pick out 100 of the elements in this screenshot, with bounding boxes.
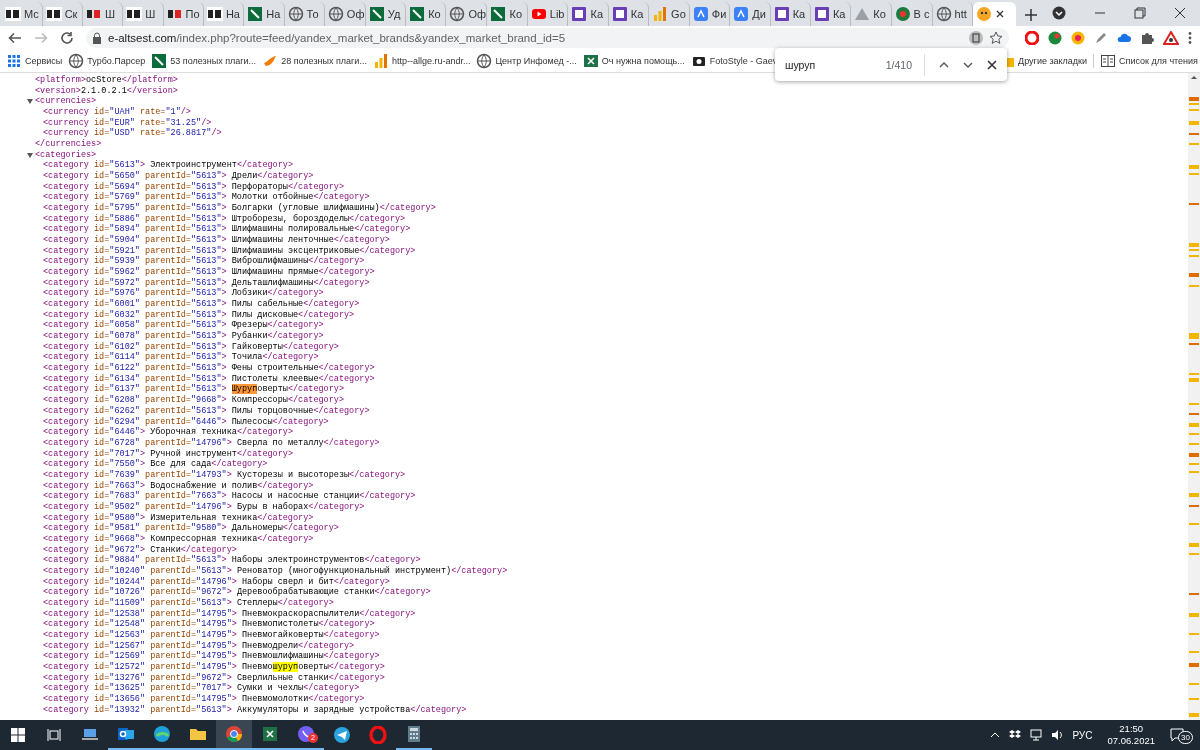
- warning-triangle-icon[interactable]: [1163, 31, 1179, 45]
- xml-line: <category id="9672"> Станки</category>: [43, 544, 237, 555]
- opera-browser-icon[interactable]: [369, 726, 387, 744]
- bookmark-link[interactable]: Сервисы: [6, 53, 63, 69]
- spreadsheet-icon: [582, 53, 599, 69]
- windows-logo-icon[interactable]: [11, 728, 25, 742]
- xml-line: <category id="6294" parentId="6446"> Пылесосы</category>: [43, 416, 329, 427]
- bookmark-link[interactable]: 53 полезных плаги...: [151, 53, 257, 69]
- xml-line: <currencies>: [35, 96, 97, 107]
- tab-search-icon[interactable]: [1052, 6, 1067, 20]
- bookmark-link[interactable]: Центр Инфомед -...: [476, 53, 577, 69]
- keyboard-language[interactable]: РУС: [1072, 729, 1093, 741]
- play-icon: [530, 6, 547, 22]
- address-bar[interactable]: e-altsest.com/index.php?route=feed/yandex_market_brands&yandex_market_brand_id=5: [86, 28, 1009, 48]
- edge-browser-icon[interactable]: [153, 725, 171, 743]
- xml-line: <category id="5939" parentId="5613"> Виброшлифмашины</category>: [43, 256, 365, 267]
- reload-icon[interactable]: [60, 31, 74, 45]
- xml-line: <category id="7663"> Водоснабжение и полив</category>: [43, 480, 314, 491]
- xml-line: <category id="5795" parentId="5613"> Болгарки (угловые шлифмашины)</category>: [43, 203, 436, 214]
- match-count: 1/410: [885, 53, 925, 76]
- xml-line: <category id="5769" parentId="5613"> Молотки отбойные</category>: [43, 192, 370, 203]
- paper-plane-icon[interactable]: [333, 726, 351, 744]
- speaker-icon[interactable]: [1051, 729, 1064, 741]
- xml-line: <category id="6032" parentId="5613"> Пилы дисковые</category>: [43, 309, 355, 320]
- puzzle-icon[interactable]: [1140, 31, 1154, 45]
- ns-logo-icon: [206, 6, 223, 22]
- xml-line: <currency id="UAH" rate="1"/>: [43, 107, 191, 118]
- xml-line: <platform>ocStore</platform>: [35, 75, 178, 86]
- xml-line: <category id="10240" parentId="5613"> Реноватор (многофункциональный инструмент)</category>: [43, 565, 508, 577]
- close-icon[interactable]: [987, 59, 997, 70]
- xml-line: <category id="9884" parentId="5613"> Наборы электроинструментов</category>: [43, 555, 421, 566]
- restore-icon[interactable]: [1134, 7, 1147, 19]
- xml-line: <category id="6114" parentId="5613"> Точила</category>: [43, 352, 319, 363]
- slash-tile-icon: [247, 6, 264, 22]
- dot-circle-icon: [894, 6, 911, 22]
- xml-line: <category id="12538" parentId="14795"> Пневмокраскораспылители</category>: [43, 608, 416, 619]
- ring-dot-icon[interactable]: [1071, 31, 1085, 45]
- xml-line: <category id="6058" parentId="5613"> Фрезеры</category>: [43, 320, 324, 331]
- xml-line: <version>2.1.0.2.1</version>: [35, 85, 178, 96]
- chrome-browser-icon[interactable]: [225, 725, 243, 743]
- expand-toggle-icon[interactable]: [27, 99, 33, 105]
- bookmark-link[interactable]: http--allge.ru-andr...: [372, 53, 471, 69]
- globe-icon: [476, 53, 493, 69]
- menu-dots-icon[interactable]: [1188, 31, 1192, 45]
- spreadsheet-app-icon[interactable]: [261, 725, 279, 743]
- close-icon[interactable]: [1174, 7, 1187, 19]
- xml-line: <category id="13932" parentId="5613"> Аккумуляторы и зарядные устройства</category>: [43, 704, 467, 716]
- globe-icon: [935, 6, 952, 22]
- xml-line: <currency id="EUR" rate="31.25"/>: [43, 117, 212, 128]
- caret-tile-icon: [692, 6, 709, 22]
- expand-toggle-icon[interactable]: [27, 152, 33, 158]
- xml-line: <category id="9668"> Компрессорная техника</category>: [43, 533, 314, 545]
- dropbox-icon[interactable]: [1009, 729, 1022, 741]
- xml-line: <category id="9581" parentId="9580"> Дальномеры</category>: [43, 523, 339, 534]
- network-icon[interactable]: [1030, 729, 1043, 741]
- xml-line: <category id="6001" parentId="5613"> Пилы сабельные</category>: [43, 299, 360, 310]
- chevron-up-icon[interactable]: [990, 730, 1001, 740]
- bookmark-link[interactable]: 28 полезных плаги...: [262, 53, 367, 69]
- xml-line: <category id="13276" parentId="9672"> Сверлильные станки</category>: [43, 672, 385, 683]
- xml-line: <category id="5976" parentId="5613"> Лобзики</category>: [43, 288, 324, 299]
- xml-line: </currencies>: [35, 139, 102, 150]
- calculator-icon[interactable]: [405, 725, 423, 743]
- xml-line: <category id="9580"> Измерительная техника</category>: [43, 512, 314, 523]
- back-arrow-icon[interactable]: [8, 31, 22, 45]
- xml-line: <category id="6446"> Уборочная техника</category>: [43, 427, 293, 438]
- dot-circle-icon[interactable]: [1048, 31, 1062, 45]
- find-input-field[interactable]: шуруп: [785, 58, 878, 71]
- xml-line: <category id="6728" parentId="14796"> Сверла по металлу</category>: [43, 437, 380, 449]
- square-frame-icon: [571, 6, 588, 22]
- xml-line: <category id="5650" parentId="5613"> Дрели</category>: [43, 171, 314, 182]
- xml-line: <category id="12548" parentId="14795"> Пневмопистолеты</category>: [43, 619, 375, 630]
- pen-icon[interactable]: [1094, 31, 1108, 45]
- clock[interactable]: 21:50 07.06.2021: [1101, 723, 1161, 747]
- ns-logo-icon: [45, 6, 62, 22]
- task-view-icon[interactable]: [47, 728, 61, 742]
- xml-line: <category id="5694" parentId="5613"> Перфораторы</category>: [43, 181, 344, 192]
- close-icon[interactable]: [994, 9, 1005, 19]
- ring-icon[interactable]: [1025, 31, 1039, 45]
- bookmark-link[interactable]: Турбо.Парсер: [68, 53, 146, 69]
- xml-line: <category id="6102" parentId="5613"> Гайковерты</category>: [43, 341, 339, 352]
- xml-line: <category id="10726" parentId="9672"> Деревообрабатывающие станки</category>: [43, 587, 431, 598]
- triangle-icon: [854, 6, 871, 22]
- xml-line: <category id="5894" parentId="5613"> Шлифмашины полировальные</category>: [43, 224, 411, 235]
- bookmark-link[interactable]: Оч нужна помощь...: [582, 53, 685, 69]
- lock-icon[interactable]: [92, 32, 102, 44]
- xml-line: <category id="7639" parentId="14793"> Кусторезы и высоторезы</category>: [43, 469, 406, 481]
- globe-icon: [68, 53, 85, 69]
- cloud-icon[interactable]: [1117, 31, 1131, 45]
- mail-app-icon[interactable]: [117, 725, 135, 743]
- ns-logo-icon: [5, 6, 21, 22]
- ns-logo-icon: [126, 6, 143, 22]
- page-find-icon[interactable]: [969, 31, 983, 45]
- new-tab-icon[interactable]: [1024, 8, 1039, 22]
- smiley-icon: [975, 6, 992, 22]
- bookmark-star-icon[interactable]: [989, 31, 1003, 45]
- xml-line: <category id="7683" parentId="7663"> Насосы и насосные станции</category>: [43, 491, 416, 502]
- xml-line: <category id="5904" parentId="5613"> Шлифмашины ленточные</category>: [43, 235, 390, 246]
- xml-line: <category id="5886" parentId="5613"> Штроборезы, бороздоделы</category>: [43, 213, 406, 224]
- xml-line: <category id="9502" parentId="14796"> Буры в наборах</category>: [43, 501, 365, 513]
- bookmark-link[interactable]: Список для чтения: [1100, 53, 1198, 69]
